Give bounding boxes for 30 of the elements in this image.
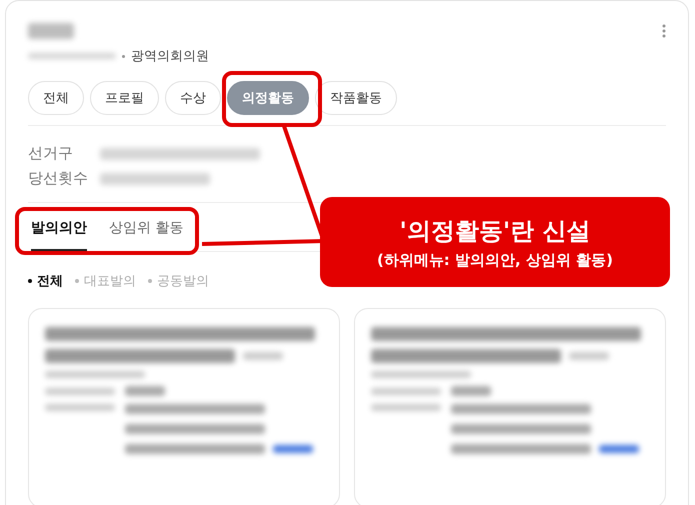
category-tab[interactable]: 전체 xyxy=(28,81,84,115)
blurred-text xyxy=(45,388,115,394)
info-label: 당선횟수 xyxy=(28,169,89,188)
sub-tab[interactable]: 발의의안 xyxy=(31,219,87,251)
blurred-link[interactable] xyxy=(273,445,313,453)
blurred-link[interactable] xyxy=(599,445,639,453)
bill-card[interactable] xyxy=(354,308,666,505)
bill-card[interactable] xyxy=(28,308,340,505)
sub-tab[interactable]: 상임위 활동 xyxy=(109,219,184,251)
callout-title: '의정활동'란 신설 xyxy=(399,216,591,246)
callout-subtitle: (하위메뉴: 발의의안, 상임위 활동) xyxy=(376,250,614,270)
bullet-icon xyxy=(75,279,79,283)
blurred-text xyxy=(451,386,491,396)
blurred-text xyxy=(371,388,441,394)
blurred-text xyxy=(125,386,165,396)
blurred-text xyxy=(371,404,441,411)
bullet-icon xyxy=(28,279,32,283)
bullet-icon xyxy=(148,279,152,283)
blurred-text xyxy=(28,23,74,39)
more-icon[interactable] xyxy=(662,24,666,38)
separator-dot-icon xyxy=(122,54,125,58)
blurred-text xyxy=(243,352,283,360)
info-label: 선거구 xyxy=(28,144,74,163)
filter-option[interactable]: 전체 xyxy=(28,272,63,290)
blurred-text xyxy=(569,352,609,360)
category-tab[interactable]: 수상 xyxy=(165,81,221,115)
category-tab[interactable]: 프로필 xyxy=(90,81,159,115)
category-tab[interactable]: 작품활동 xyxy=(315,81,397,115)
blurred-text xyxy=(45,404,115,411)
member-role: 광역의회의원 xyxy=(131,48,209,65)
